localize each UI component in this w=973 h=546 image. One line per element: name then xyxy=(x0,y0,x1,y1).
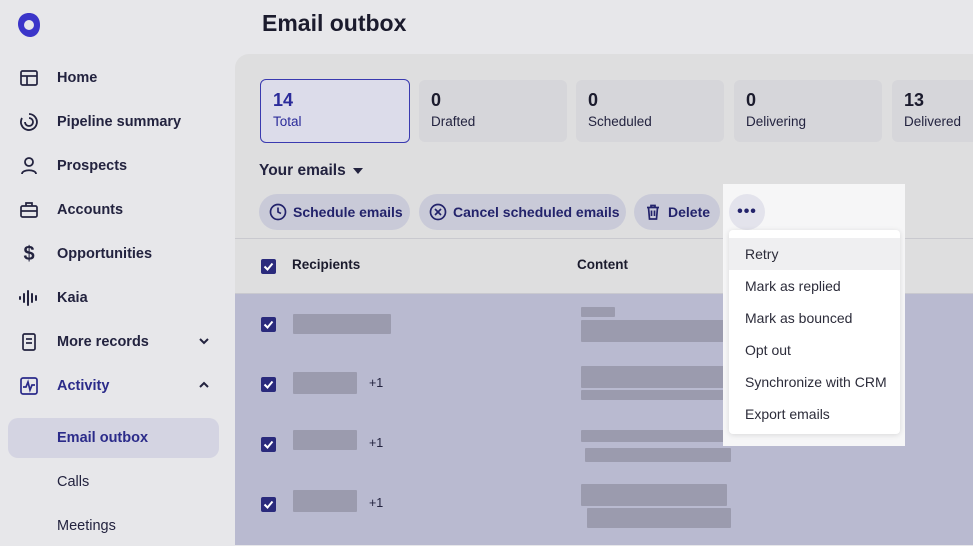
sidebar-item-activity[interactable]: Activity xyxy=(8,366,219,406)
sidebar-item-pipeline[interactable]: Pipeline summary xyxy=(8,102,219,142)
menu-item-synchronize-with-crm[interactable]: Synchronize with CRM xyxy=(729,366,900,398)
chevron-up-icon[interactable] xyxy=(197,378,211,392)
stat-value: 0 xyxy=(746,90,757,110)
schedule-emails-label: Schedule emails xyxy=(293,204,403,220)
content-redacted xyxy=(585,448,731,462)
delete-label: Delete xyxy=(668,204,711,220)
stat-value: 0 xyxy=(588,90,599,110)
column-header-recipients[interactable]: Recipients xyxy=(292,257,360,272)
recipient-extra-count: +1 xyxy=(369,496,384,510)
menu-item-mark-as-replied[interactable]: Mark as replied xyxy=(729,270,900,302)
trash-icon xyxy=(644,203,662,221)
column-header-content[interactable]: Content xyxy=(577,257,628,272)
sidebar-item-label: Prospects xyxy=(57,158,128,174)
activity-icon xyxy=(16,373,42,399)
sidebar-item-label: Activity xyxy=(57,378,110,394)
stat-delivered[interactable]: 13 Delivered xyxy=(892,80,973,142)
sidebar-item-more-records[interactable]: More records xyxy=(8,322,219,362)
person-icon xyxy=(16,153,42,179)
stat-value: 0 xyxy=(431,90,442,110)
table-row[interactable]: +1 xyxy=(235,474,973,534)
sidebar-subitem-meetings[interactable]: Meetings xyxy=(8,506,219,546)
sidebar-item-label: Home xyxy=(57,70,98,86)
home-icon xyxy=(16,65,42,91)
menu-item-mark-as-bounced[interactable]: Mark as bounced xyxy=(729,302,900,334)
sidebar-item-accounts[interactable]: Accounts xyxy=(8,190,219,230)
clock-icon xyxy=(269,203,287,221)
recipient-redacted xyxy=(293,430,357,450)
select-all-checkbox[interactable] xyxy=(261,259,276,274)
stat-label: Delivering xyxy=(746,114,807,129)
sidebar-item-opportunities[interactable]: $ Opportunities xyxy=(8,234,219,274)
stat-label: Delivered xyxy=(904,114,962,129)
sidebar-item-label: Kaia xyxy=(57,290,88,306)
recipient-extra-count: +1 xyxy=(369,376,384,390)
records-icon xyxy=(16,329,42,355)
stat-delivering[interactable]: 0 Delivering xyxy=(734,80,882,142)
page-title: Email outbox xyxy=(262,10,407,36)
stat-value: 14 xyxy=(273,90,294,110)
content-redacted xyxy=(581,430,727,442)
menu-item-opt-out[interactable]: Opt out xyxy=(729,334,900,366)
stat-label: Total xyxy=(273,114,302,129)
pipeline-icon xyxy=(16,109,42,135)
outreach-logo[interactable] xyxy=(16,12,42,38)
stat-label: Scheduled xyxy=(588,114,652,129)
sidebar-item-label: Pipeline summary xyxy=(57,114,182,130)
sidebar-item-kaia[interactable]: Kaia xyxy=(8,278,219,318)
cancel-circle-icon xyxy=(429,203,447,221)
row-checkbox[interactable] xyxy=(261,317,276,332)
more-actions-menu: Retry Mark as replied Mark as bounced Op… xyxy=(729,230,900,434)
stat-label: Drafted xyxy=(431,114,476,129)
stat-value: 13 xyxy=(904,90,925,110)
your-emails-label: Your emails xyxy=(259,162,346,179)
stat-total[interactable]: 14 Total xyxy=(260,79,410,143)
waveform-icon xyxy=(16,285,42,311)
content-redacted xyxy=(581,390,731,400)
row-checkbox[interactable] xyxy=(261,377,276,392)
menu-item-export-emails[interactable]: Export emails xyxy=(729,398,900,430)
recipient-extra-count: +1 xyxy=(369,436,384,450)
sidebar-subitem-label: Email outbox xyxy=(57,430,149,446)
more-horizontal-icon: ••• xyxy=(737,203,757,220)
row-checkbox[interactable] xyxy=(261,437,276,452)
more-actions-button[interactable]: ••• xyxy=(729,194,765,230)
sidebar-subitem-email-outbox[interactable]: Email outbox xyxy=(8,418,219,458)
menu-item-retry[interactable]: Retry xyxy=(729,238,900,270)
chevron-down-icon[interactable] xyxy=(197,334,211,348)
dollar-icon: $ xyxy=(23,242,35,265)
sidebar-subitem-calls[interactable]: Calls xyxy=(8,462,219,502)
delete-button[interactable]: Delete xyxy=(634,194,720,230)
stat-scheduled[interactable]: 0 Scheduled xyxy=(576,80,724,142)
sidebar-subitem-label: Meetings xyxy=(57,518,116,534)
content-redacted xyxy=(581,307,615,317)
sidebar-item-label: Accounts xyxy=(57,202,124,218)
content-redacted xyxy=(587,508,731,528)
content-redacted xyxy=(581,484,727,506)
briefcase-icon xyxy=(16,197,42,223)
sidebar-item-label: More records xyxy=(57,334,149,350)
recipient-redacted xyxy=(293,372,357,394)
recipient-redacted xyxy=(293,490,357,512)
cancel-scheduled-emails-button[interactable]: Cancel scheduled emails xyxy=(419,194,626,230)
row-checkbox[interactable] xyxy=(261,497,276,512)
sidebar-item-home[interactable]: Home xyxy=(8,58,219,98)
caret-down-icon xyxy=(352,168,363,174)
sidebar-item-prospects[interactable]: Prospects xyxy=(8,146,219,186)
schedule-emails-button[interactable]: Schedule emails xyxy=(259,194,410,230)
content-redacted xyxy=(581,366,727,388)
your-emails-dropdown[interactable]: Your emails xyxy=(259,162,363,180)
content-redacted xyxy=(581,320,731,342)
cancel-scheduled-emails-label: Cancel scheduled emails xyxy=(453,204,620,220)
sidebar-item-label: Opportunities xyxy=(57,246,153,262)
recipient-redacted xyxy=(293,314,391,334)
stat-drafted[interactable]: 0 Drafted xyxy=(419,80,567,142)
sidebar: Home Pipeline summary Prospects Accounts… xyxy=(0,0,235,545)
sidebar-subitem-label: Calls xyxy=(57,474,90,490)
